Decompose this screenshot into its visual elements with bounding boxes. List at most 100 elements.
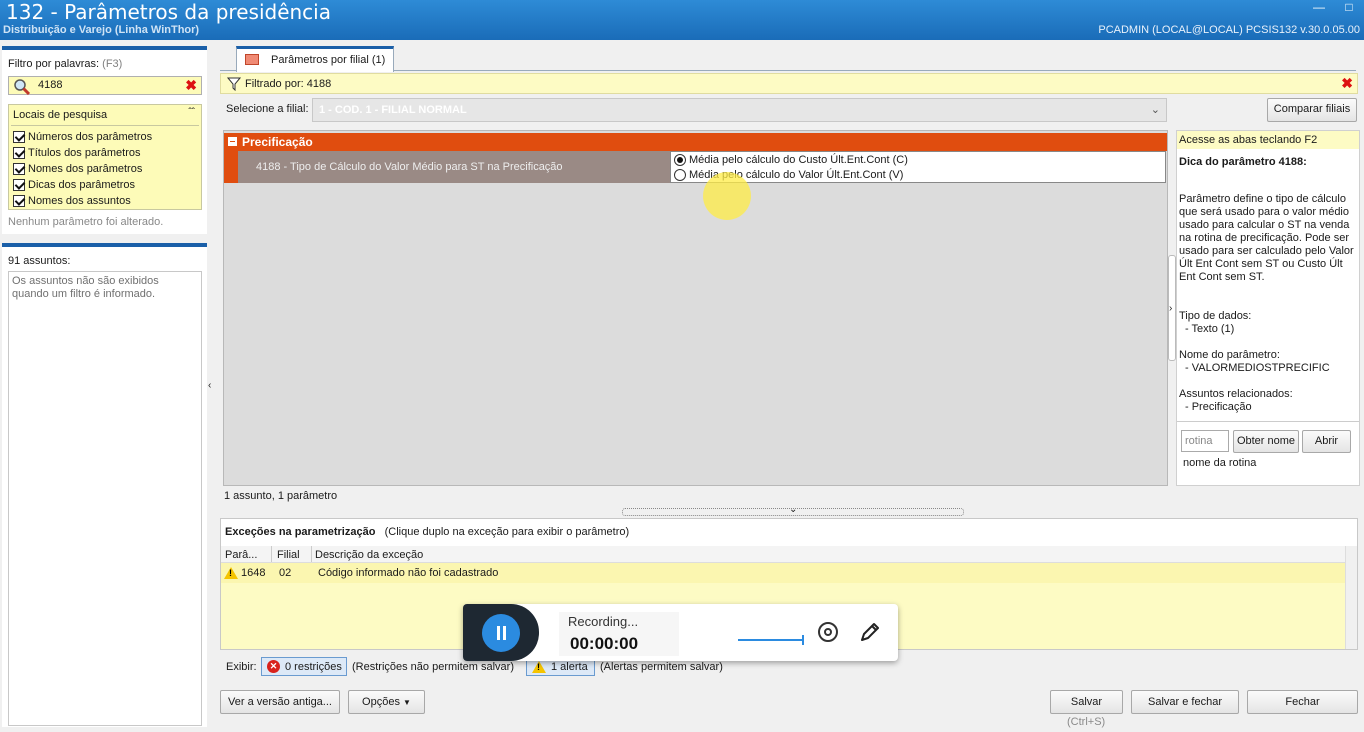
location-nomes[interactable]: Nomes dos parâmetros [13,161,142,177]
filter-banner-text: Filtrado por: 4188 [245,78,332,90]
restrictions-note: (Restrições não permitem salvar) [352,661,514,673]
location-label: Títulos dos parâmetros [28,147,141,159]
table-row[interactable]: 1648 02 Código informado não foi cadastr… [221,563,1345,583]
volume-slider[interactable] [738,635,804,645]
radio-unselected-icon[interactable] [674,169,686,181]
window-title: 132 - Parâmetros da presidência [6,0,331,24]
horizontal-splitter[interactable]: ⌄ [622,504,964,516]
subjects-list[interactable]: Os assuntos não são exibidos quando um f… [8,271,202,726]
maximize-icon[interactable]: □ [1334,0,1364,16]
help-subjects-label: Assuntos relacionados: [1179,388,1293,400]
chevron-left-icon[interactable]: ‹ [208,380,211,391]
cursor-highlight [703,172,751,220]
recording-status: Recording... [568,614,639,629]
column-header[interactable]: Descrição da exceção [315,549,423,561]
filial-label: Selecione a filial: [226,103,309,115]
filial-value: 1 - COD. 1 - FILIAL NORMAL [319,104,467,116]
close-filter-icon[interactable]: ✖ [1341,75,1353,92]
tab-bar: Parâmetros por filial (1) [220,44,1356,72]
column-header[interactable]: Filial [277,549,300,561]
help-name-value: - VALORMEDIOSTPRECIFIC [1185,362,1330,374]
help-access-hint: Acesse as abas teclando F2 [1177,131,1359,149]
collapse-icon[interactable]: ˆˆ [188,107,195,118]
restrictions-label: 0 restrições [285,661,342,673]
help-description: Parâmetro define o tipo de cálculo que s… [1179,193,1354,283]
grid-summary: 1 assunto, 1 parâmetro [224,490,338,502]
filter-input[interactable]: 4188 ✖ [8,76,202,95]
location-titulos[interactable]: Títulos dos parâmetros [13,145,141,161]
funnel-icon [227,77,241,91]
parameter-options: Média pelo cálculo do Custo Últ.Ent.Cont… [670,151,1166,183]
subjects-note: Os assuntos não são exibidos quando um f… [12,275,159,300]
location-assuntos[interactable]: Nomes dos assuntos [13,193,131,209]
filter-value: 4188 [38,79,63,91]
subjects-panel: 91 assuntos: Os assuntos não são exibido… [2,243,207,727]
help-title: Dica do parâmetro 4188: [1179,156,1307,168]
get-name-button[interactable]: Obter nome [1233,430,1299,453]
old-version-button[interactable]: Ver a versão antiga... [220,690,340,714]
alerts-note: (Alertas permitem salvar) [600,661,723,673]
parameter-title: 4188 - Tipo de Cálculo do Valor Médio pa… [256,161,563,173]
save-button[interactable]: Salvar [1050,690,1123,714]
window-controls: — □ [1304,0,1364,20]
restrictions-toggle[interactable]: ✕ 0 restrições [261,657,347,676]
filter-banner: Filtrado por: 4188 ✖ [220,73,1358,94]
window-subtitle: Distribuição e Varejo (Linha WinThor) [3,24,200,36]
open-button[interactable]: Abrir [1302,430,1351,453]
row-filial: 02 [279,567,292,579]
tab-label-text: Parâmetros por filial [271,54,369,66]
location-dicas[interactable]: Dicas dos parâmetros [13,177,135,193]
rotina-name: nome da rotina [1183,457,1257,469]
pause-icon[interactable] [482,614,520,652]
webcam-icon[interactable] [818,622,838,642]
save-shortcut: (Ctrl+S) [1067,716,1106,728]
parameters-grid: Precificação 4188 - Tipo de Cálculo do V… [223,130,1168,486]
warning-icon [532,661,546,673]
no-changes-text: Nenhum parâmetro foi alterado. [8,216,164,228]
parameter-row[interactable]: 4188 - Tipo de Cálculo do Valor Médio pa… [238,151,670,183]
location-label: Números dos parâmetros [28,131,153,143]
tab-parametros-filial[interactable]: Parâmetros por filial (1) [236,46,394,72]
minimize-icon[interactable]: — [1304,0,1334,16]
exceptions-hint: (Clique duplo na exceção para exibir o p… [384,526,630,538]
tab-count: (1) [371,54,386,66]
group-header[interactable]: Precificação [224,133,1167,151]
chevron-down-icon[interactable]: ⌄ [789,504,797,515]
exibir-label: Exibir: [226,661,257,673]
filial-select[interactable]: 1 - COD. 1 - FILIAL NORMAL ⌄ [312,98,1167,122]
collapse-group-icon[interactable] [228,137,237,146]
checkbox-checked-icon[interactable] [13,147,25,159]
close-button[interactable]: Fechar [1247,690,1358,714]
checkbox-checked-icon[interactable] [13,163,25,175]
filter-label-text: Filtro por palavras: [8,58,100,70]
option-custo[interactable]: Média pelo cálculo do Custo Últ.Ent.Cont… [674,153,908,167]
recording-widget: Recording... 00:00:00 [463,604,898,661]
save-and-close-button[interactable]: Salvar e fechar [1131,690,1239,714]
clear-filter-icon[interactable]: ✖ [185,77,197,94]
help-type-value: - Texto (1) [1185,323,1235,335]
checkbox-checked-icon[interactable] [13,179,25,191]
user-info: PCADMIN (LOCAL@LOCAL) PCSIS132 v.30.0.05… [1098,24,1360,36]
options-label: Opções [362,696,400,708]
row-desc: Código informado não foi cadastrado [318,567,499,579]
radio-selected-icon[interactable] [674,154,686,166]
tab-label: Parâmetros por filial (1) [271,54,385,66]
exceptions-scrollbar[interactable] [1345,546,1357,649]
filter-panel: Filtro por palavras: (F3) 4188 ✖ Locais … [2,46,207,234]
column-header[interactable]: Parâ... [225,549,257,561]
checkbox-checked-icon[interactable] [13,131,25,143]
location-numeros[interactable]: Números dos parâmetros [13,129,152,145]
pen-icon[interactable] [858,620,882,644]
chevron-down-icon[interactable]: ⌄ [1151,103,1160,116]
exceptions-title: Exceções na parametrização [225,526,376,538]
checkbox-checked-icon[interactable] [13,195,25,207]
help-panel: Acesse as abas teclando F2 Dica do parâm… [1176,130,1360,486]
rotina-input[interactable]: rotina [1181,430,1229,452]
alerts-label: 1 alerta [551,661,588,673]
options-button[interactable]: Opções ▼ [348,690,425,714]
chevron-right-icon[interactable]: › [1169,303,1172,314]
search-locations-title: Locais de pesquisa [13,109,108,121]
compare-branches-button[interactable]: Comparar filiais [1267,98,1357,122]
left-splitter[interactable]: ‹ [208,285,215,485]
help-name-label: Nome do parâmetro: [1179,349,1280,361]
